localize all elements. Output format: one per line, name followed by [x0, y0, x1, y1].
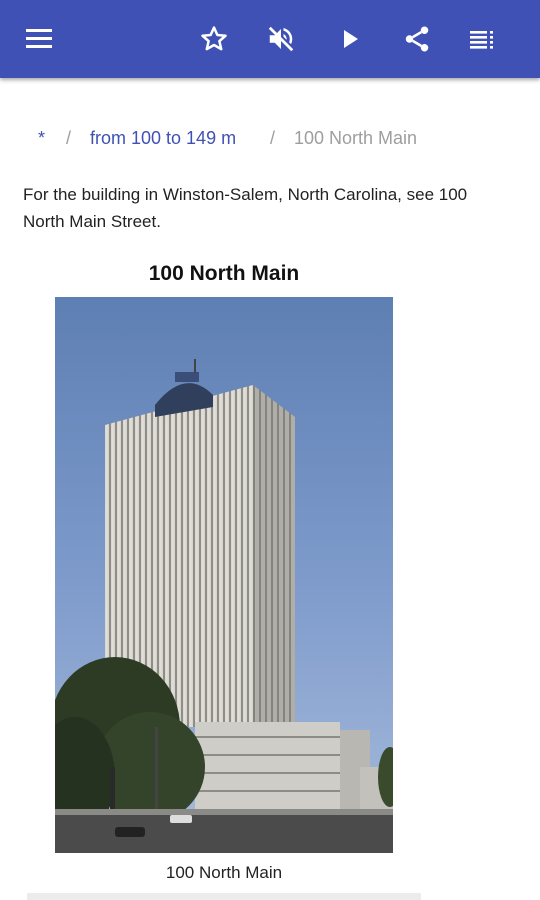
volume-off-icon — [268, 26, 294, 52]
breadcrumb-current: 100 North Main — [294, 128, 418, 148]
share-icon — [405, 26, 429, 52]
building-photo-image — [55, 297, 393, 853]
infobox-title: 100 North Main — [148, 262, 300, 285]
menu-icon — [26, 29, 52, 48]
image-caption: 100 North Main — [165, 863, 283, 882]
mute-button[interactable] — [263, 21, 299, 57]
breadcrumb-root-link[interactable]: * — [38, 128, 45, 149]
play-icon — [344, 30, 358, 48]
playlist-icon — [470, 31, 493, 49]
share-button[interactable] — [399, 21, 435, 57]
breadcrumb-separator: / — [270, 128, 276, 148]
breadcrumb-separator: / — [66, 128, 72, 148]
contents-button[interactable] — [466, 21, 502, 57]
breadcrumb-category-link[interactable]: from 100 to 149 m — [90, 128, 236, 149]
next-section-strip — [27, 893, 421, 900]
star-icon — [201, 26, 227, 51]
app-bar — [0, 0, 540, 78]
hatnote: For the building in Winston-Salem, North… — [23, 185, 468, 231]
play-button[interactable] — [332, 21, 368, 57]
menu-button[interactable] — [22, 21, 58, 57]
favorite-button[interactable] — [196, 21, 232, 57]
building-photo[interactable] — [55, 297, 393, 853]
breadcrumb: * / from 100 to 149 m / 100 North Main — [0, 124, 540, 156]
